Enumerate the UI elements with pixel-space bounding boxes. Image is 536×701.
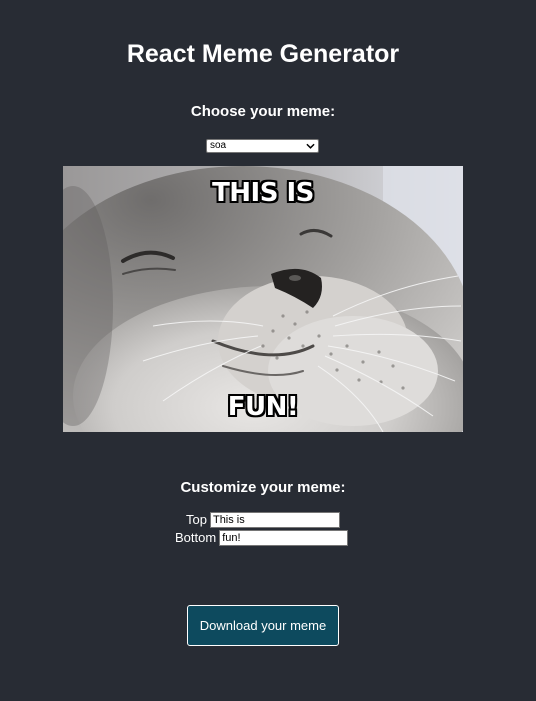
meme-select[interactable]: soa (206, 139, 319, 153)
meme-select-value: soa (210, 140, 227, 151)
download-button[interactable]: Download your meme (187, 605, 339, 646)
page-title: React Meme Generator (126, 40, 400, 68)
meme-top-text: THIS IS (212, 178, 314, 208)
bottom-text-label: Bottom (175, 530, 217, 545)
meme-bottom-text: FUN! (227, 392, 299, 422)
top-text-label: Top (186, 512, 207, 527)
chevron-down-icon (306, 143, 315, 149)
choose-meme-label: Choose your meme: (190, 103, 336, 120)
bottom-text-row: Bottom fun! (175, 530, 349, 546)
top-text-input[interactable]: This is (209, 512, 340, 528)
meme-image: THIS IS FUN! (63, 166, 463, 432)
customize-meme-label: Customize your meme: (180, 479, 346, 496)
top-text-row: Top This is (186, 512, 340, 528)
bottom-text-input[interactable]: fun! (219, 530, 349, 546)
